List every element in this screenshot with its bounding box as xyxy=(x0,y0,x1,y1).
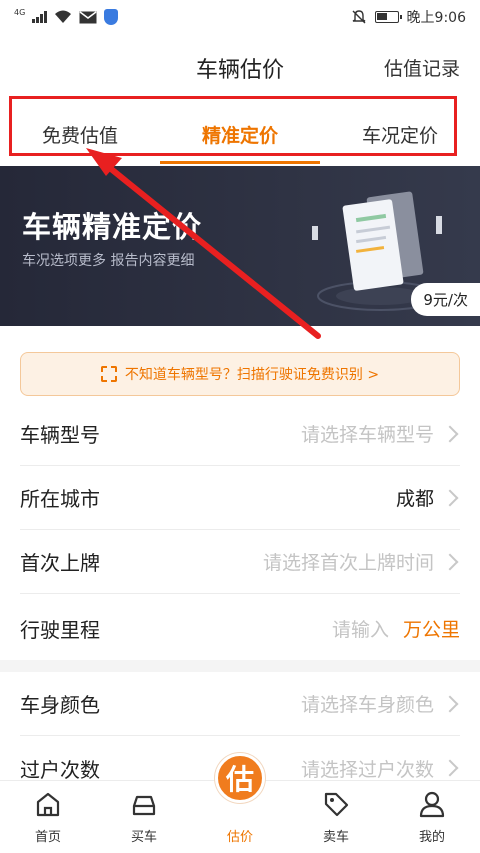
row-value: 请选择过户次数 xyxy=(300,758,434,781)
row-body-color[interactable]: 车身颜色 请选择车身颜色 xyxy=(20,672,460,736)
mute-icon xyxy=(352,10,366,24)
precise-pricing-banner[interactable]: 车辆精准定价 车况选项更多 报告内容更细 9元/次 xyxy=(0,166,480,326)
row-city[interactable]: 所在城市 成都 xyxy=(20,466,460,530)
banner-subtitle: 车况选项更多 报告内容更细 xyxy=(22,253,195,269)
tab-precise-pricing[interactable]: 精准定价 xyxy=(160,104,320,164)
tab-free-valuation[interactable]: 免费估值 xyxy=(0,104,160,162)
chevron-right-icon xyxy=(441,759,459,777)
nav-label: 我的 xyxy=(418,830,445,845)
chevron-right-icon xyxy=(441,425,459,442)
tab-condition-pricing[interactable]: 车况定价 xyxy=(320,104,480,162)
network-type: 4G xyxy=(14,8,26,17)
home-icon xyxy=(36,792,60,817)
row-value: 请选择车身颜色 xyxy=(300,694,434,716)
price-badge: 9元/次 xyxy=(411,283,480,316)
mileage-input[interactable]: 请输入 xyxy=(332,615,389,642)
mail-icon xyxy=(79,10,97,23)
chevron-right-icon xyxy=(441,695,459,712)
tag-icon xyxy=(324,792,349,817)
row-first-registration[interactable]: 首次上牌 请选择首次上牌时间 xyxy=(20,530,460,594)
car-icon xyxy=(132,795,156,816)
valuation-tabs: 免费估值 精准定价 车况定价 xyxy=(0,104,480,164)
nav-label: 买车 xyxy=(130,830,157,845)
row-label: 过户次数 xyxy=(20,757,100,782)
banner-title: 车辆精准定价 xyxy=(22,210,203,244)
section-divider xyxy=(0,660,480,672)
nav-estimate[interactable]: 估 估价 xyxy=(192,753,288,853)
valuation-history-link[interactable]: 估值记录 xyxy=(384,54,460,81)
row-value: 请选择车辆型号 xyxy=(300,424,434,446)
nav-mine[interactable]: 我的 xyxy=(384,781,480,853)
wifi-icon xyxy=(54,10,71,23)
nav-label: 估价 xyxy=(226,830,253,845)
battery-icon xyxy=(374,11,402,23)
shield-icon xyxy=(103,9,118,25)
chevron-right-icon xyxy=(441,489,459,506)
row-value: 成都 xyxy=(395,488,434,510)
mileage-unit: 万公里 xyxy=(402,618,460,641)
nav-buy-car[interactable]: 买车 xyxy=(96,781,192,853)
nav-sell-car[interactable]: 卖车 xyxy=(288,781,384,853)
chevron-right-icon xyxy=(441,553,459,570)
row-label: 首次上牌 xyxy=(20,551,100,575)
row-mileage: 行驶里程 请输入 万公里 xyxy=(20,596,460,660)
row-label: 车辆型号 xyxy=(20,423,100,447)
estimate-icon: 估 xyxy=(215,753,265,803)
row-label: 车身颜色 xyxy=(20,693,100,717)
row-label: 行驶里程 xyxy=(20,617,100,642)
nav-label: 首页 xyxy=(34,830,61,845)
scan-notice-text: 不知道车辆型号？扫描行驶证免费识别 > xyxy=(124,367,380,383)
clock: 晚上9:06 xyxy=(406,10,466,26)
user-icon xyxy=(419,791,445,818)
row-vehicle-model[interactable]: 车辆型号 请选择车辆型号 xyxy=(20,402,460,466)
header: 车辆估价 估值记录 xyxy=(0,34,480,96)
row-label: 所在城市 xyxy=(20,487,100,511)
nav-label: 卖车 xyxy=(322,830,349,845)
bottom-nav: 首页 买车 估 估价 卖车 我的 xyxy=(0,753,480,853)
scan-license-notice[interactable]: 不知道车辆型号？扫描行驶证免费识别 > xyxy=(20,352,460,396)
row-value: 请选择首次上牌时间 xyxy=(262,552,434,574)
status-bar: 4G 晚上9:06 xyxy=(0,0,480,34)
nav-home[interactable]: 首页 xyxy=(0,781,96,853)
signal-icon xyxy=(32,11,47,23)
scan-icon xyxy=(100,366,117,382)
